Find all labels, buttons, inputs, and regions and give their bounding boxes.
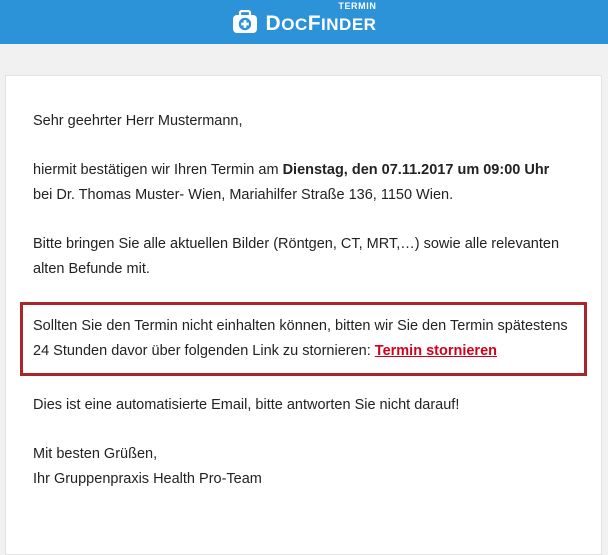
email-body: Sehr geehrter Herr Mustermann, hiermit b… [5,75,602,555]
app-header: DOCFINDER TERMIN [0,0,608,44]
medical-bag-icon [232,10,257,33]
greeting: Sehr geehrter Herr Mustermann, [33,113,243,129]
brand-tag: TERMIN [338,1,377,11]
docfinder-logo[interactable]: DOCFINDER TERMIN [232,1,377,36]
cancel-appointment-link[interactable]: Termin stornieren [375,343,497,359]
doctor-line: bei Dr. Thomas Muster- Wien, Mariahilfer… [33,187,454,203]
closing: Mit besten Grüßen, [33,446,158,462]
signature: Ihr Gruppenpraxis Health Pro-Team [33,471,262,487]
brand-name: DOCFINDER TERMIN [265,1,377,35]
auto-email-notice: Dies ist eine automatisierte Email, bitt… [33,397,460,413]
cancellation-notice-box: Sollten Sie den Termin nicht einhalten k… [20,302,587,376]
appointment-date: Dienstag, den 07.11.2017 um 09:00 Uhr [282,162,550,178]
confirmation-paragraph: hiermit bestätigen wir Ihren Termin am D… [33,162,550,203]
bring-documents-paragraph: Bitte bringen Sie alle aktuellen Bilder … [33,236,560,277]
